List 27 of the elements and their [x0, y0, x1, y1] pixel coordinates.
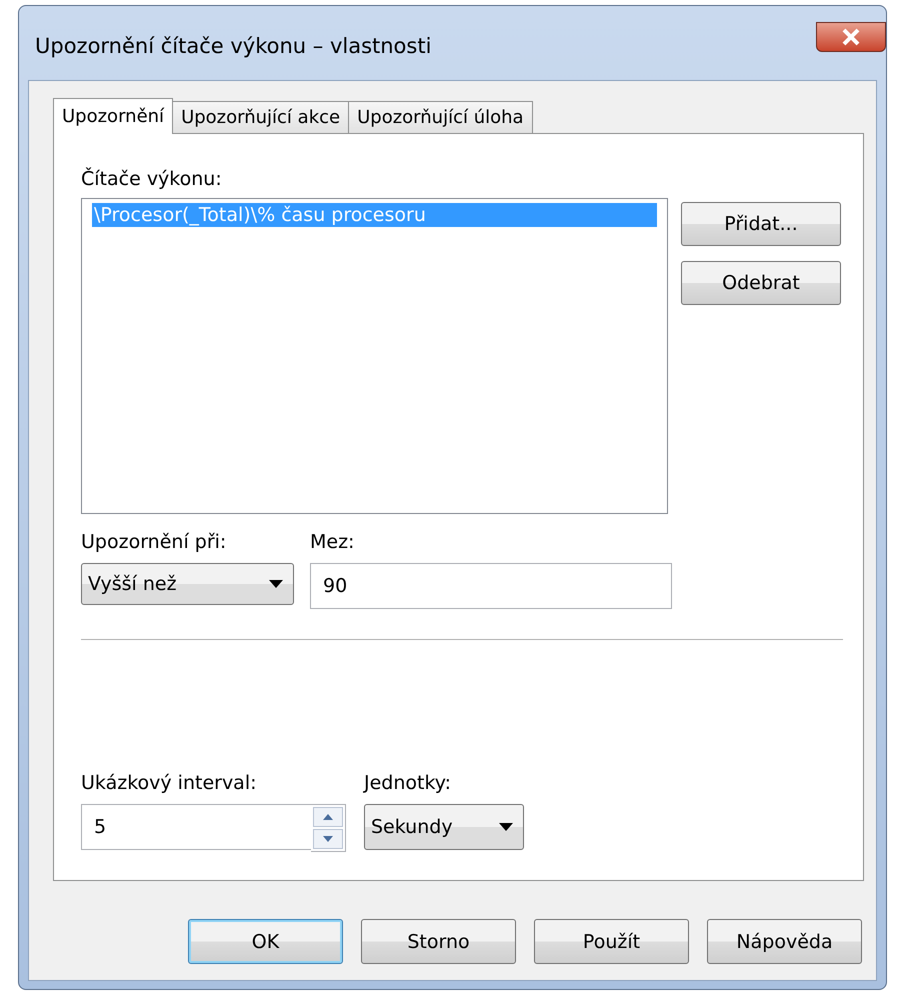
dialog-button[interactable]: OK — [188, 919, 343, 964]
counter-button[interactable]: Odebrat — [681, 261, 841, 305]
dialog-button[interactable]: Storno — [361, 919, 516, 964]
up-arrow-icon — [323, 814, 333, 820]
sample-interval-field[interactable]: 5 — [81, 804, 311, 850]
down-arrow-icon — [323, 836, 333, 842]
alert-when-label: Upozornění při: — [81, 531, 228, 555]
counters-label: Čítače výkonu: — [81, 168, 223, 190]
limit-field[interactable]: 90 — [310, 563, 672, 609]
units-label: Jednotky: — [364, 772, 452, 796]
caret-icon — [269, 580, 283, 588]
alert-when-dropdown[interactable]: Vyšší než — [81, 563, 294, 605]
close-button[interactable] — [816, 22, 886, 52]
counter-button[interactable]: Přidat... — [681, 202, 841, 246]
caret-icon — [499, 823, 513, 831]
units-dropdown[interactable]: Sekundy — [364, 804, 524, 850]
dialog-button[interactable]: Použít — [534, 919, 689, 964]
sample-interval-label: Ukázkový interval: — [81, 772, 258, 796]
window-title: Upozornění čítače výkonu – vlastnosti — [35, 33, 432, 58]
tab[interactable]: Upozornění — [53, 98, 174, 134]
close-icon — [840, 28, 862, 46]
tab[interactable]: Upozorňující akce — [172, 101, 350, 133]
spin-down-button[interactable] — [313, 829, 343, 849]
limit-label: Mez: — [310, 531, 356, 555]
spin-up-button[interactable] — [313, 807, 343, 827]
dialog-button[interactable]: Nápověda — [707, 919, 862, 964]
tab[interactable]: Upozorňující úloha — [348, 101, 533, 133]
